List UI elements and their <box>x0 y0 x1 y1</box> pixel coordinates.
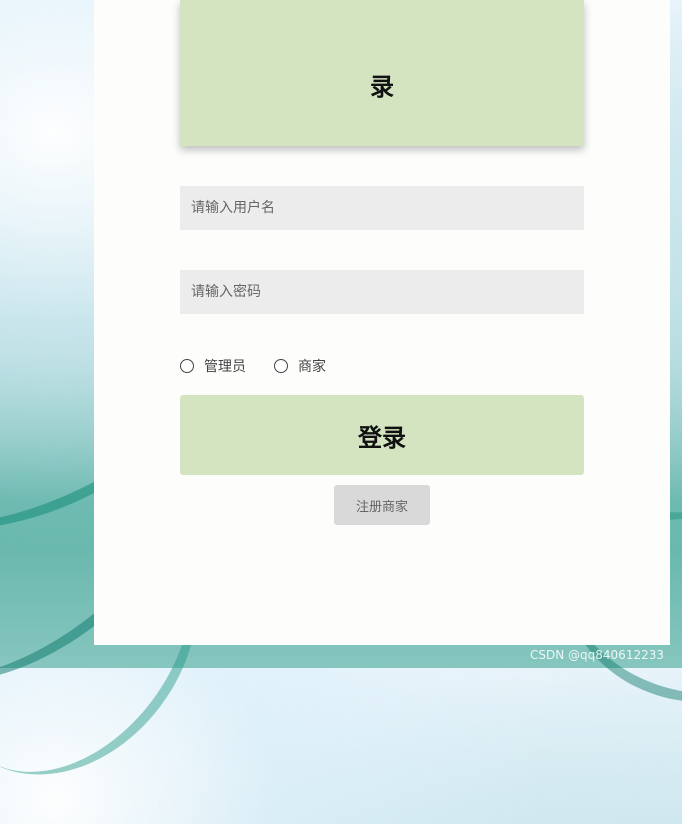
register-merchant-button[interactable]: 注册商家 <box>334 485 430 525</box>
role-option-admin[interactable]: 管理员 <box>180 356 246 376</box>
role-option-merchant[interactable]: 商家 <box>274 356 326 376</box>
admin-radio-button[interactable] <box>180 359 194 373</box>
header-card: 录 <box>180 0 584 146</box>
password-input[interactable] <box>180 270 584 314</box>
login-panel: 录 管理员 商家 登录 注册商家 <box>94 0 670 645</box>
merchant-radio-button[interactable] <box>274 359 288 373</box>
admin-radio-label: 管理员 <box>204 359 246 375</box>
watermark: CSDN @qq840612233 <box>530 648 664 662</box>
merchant-radio-label: 商家 <box>298 359 326 375</box>
header-title: 录 <box>370 73 394 101</box>
login-button[interactable]: 登录 <box>180 395 584 475</box>
role-radio-group: 管理员 商家 <box>180 356 354 376</box>
username-input[interactable] <box>180 186 584 230</box>
